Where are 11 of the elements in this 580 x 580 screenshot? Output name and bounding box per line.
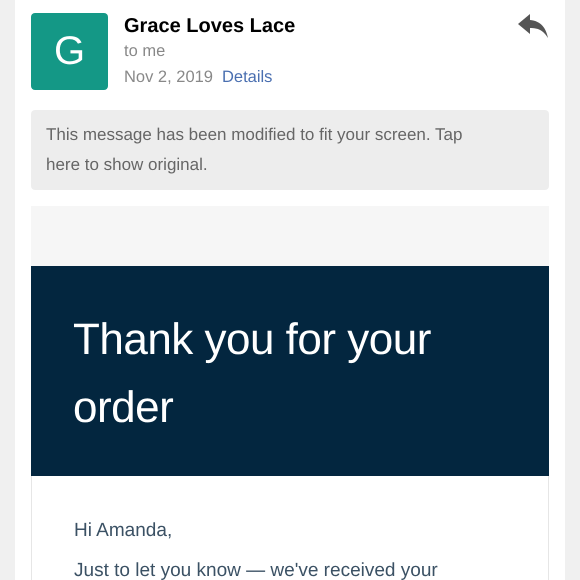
- body-text: Just to let you know — we've received your: [74, 560, 439, 580]
- recipient-label: to me: [124, 41, 166, 62]
- reply-icon: [517, 13, 549, 39]
- avatar: G: [31, 13, 108, 90]
- modified-notice[interactable]: This message has been modified to fit your screen. Tap here to show original.: [31, 110, 549, 190]
- details-link[interactable]: Details: [222, 64, 272, 90]
- sender-name: Grace Loves Lace: [124, 14, 296, 38]
- banner-title: Thank you for your order: [73, 314, 432, 434]
- date-label: Nov 2, 2019: [124, 67, 213, 88]
- reply-button[interactable]: [517, 13, 549, 39]
- greeting-text: Hi Amanda,: [74, 520, 174, 542]
